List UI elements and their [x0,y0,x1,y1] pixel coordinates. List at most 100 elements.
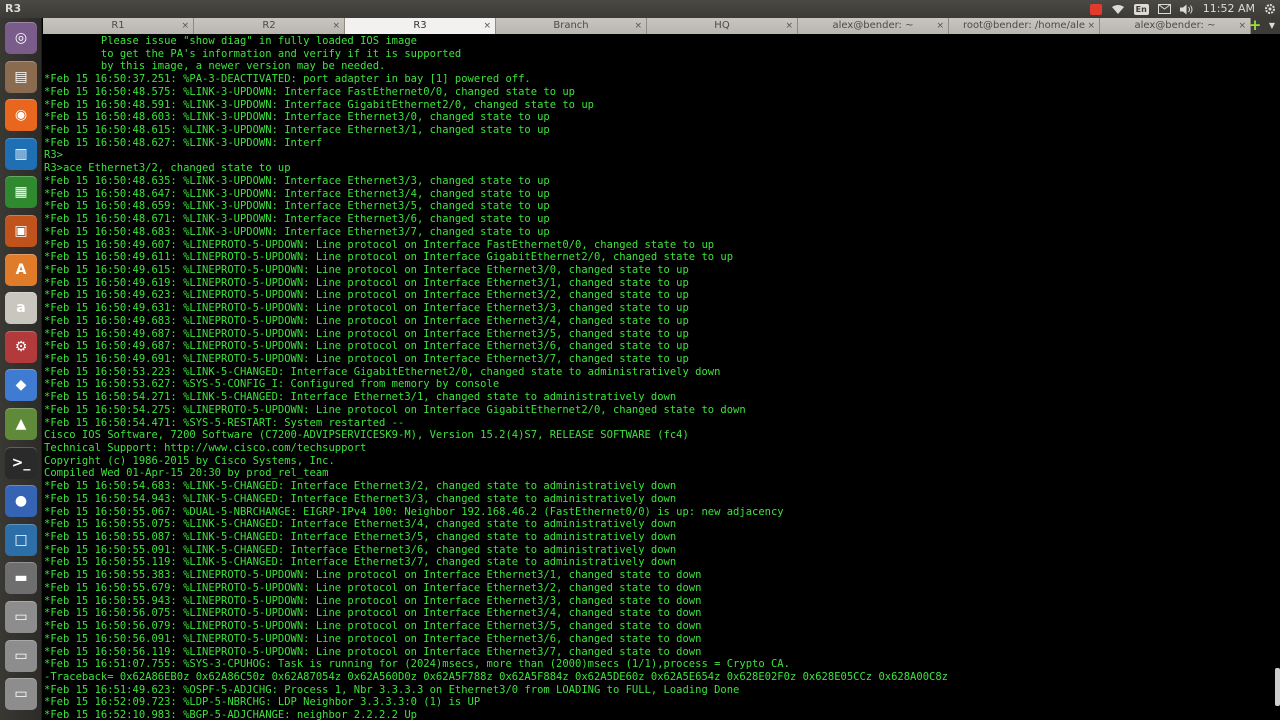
terminal-line: *Feb 15 16:50:48.635: %LINK-3-UPDOWN: In… [44,174,550,187]
terminal-line: Cisco IOS Software, 7200 Software (C7200… [44,429,689,442]
files-icon[interactable]: ▤ [5,60,37,93]
tab-close-icon[interactable]: × [1238,18,1246,34]
mail-icon[interactable] [1157,0,1171,18]
terminal-line: R3>ace Ethernet3/2, changed state to up [44,162,291,175]
terminal-line: *Feb 15 16:50:48.615: %LINK-3-UPDOWN: In… [44,124,550,137]
tab-label: alex@bender: ~ [832,20,914,31]
tab-6[interactable]: alex@bender: ~ × [798,18,949,34]
top-panel: R3 En 11:52 AM [0,0,1280,18]
terminal-icon[interactable]: >_ [5,446,37,479]
amazon-icon[interactable]: a [5,292,37,325]
terminal-line: *Feb 15 16:50:49.683: %LINEPROTO-5-UPDOW… [44,314,689,327]
terminal-line: *Feb 15 16:52:10.983: %BGP-5-ADJCHANGE: … [44,709,417,720]
tab-4[interactable]: Branch × [496,18,647,34]
scrollbar-thumb[interactable] [1275,668,1280,706]
terminal-line: *Feb 15 16:50:49.687: %LINEPROTO-5-UPDOW… [44,327,689,340]
terminal-line: *Feb 15 16:50:48.627: %LINK-3-UPDOWN: In… [44,136,323,149]
drive-icon-2[interactable]: ▭ [5,639,37,672]
volume-icon[interactable] [1179,0,1194,18]
terminal-line: *Feb 15 16:50:55.091: %LINK-5-CHANGED: I… [44,543,677,556]
tab-close-icon[interactable]: × [1087,18,1095,34]
terminal-line: *Feb 15 16:50:55.075: %LINK-5-CHANGED: I… [44,518,677,531]
indicator-red-icon[interactable] [1089,0,1102,18]
launcher: ◎ ▤ ◉ ▥ ▦ ▣ Aa ⚙ ◆ ▲ >_ ● □ ▬ ▭ ▭ ▭ [0,18,42,720]
wifi-icon[interactable] [1111,0,1125,18]
tab-label: HQ [714,20,730,31]
terminal-line: -Traceback= 0x62A86EB0z 0x62A86C50z 0x62… [44,670,948,683]
virtualbox-icon[interactable]: □ [5,523,37,556]
terminal-line: *Feb 15 16:50:49.611: %LINEPROTO-5-UPDOW… [44,251,734,264]
terminal-line: *Feb 15 16:50:48.575: %LINK-3-UPDOWN: In… [44,85,576,98]
terminal-line: *Feb 15 16:50:54.471: %SYS-5-RESTART: Sy… [44,416,405,429]
new-tab-button[interactable]: + [1247,18,1263,34]
calc-icon[interactable]: ▦ [5,176,37,209]
terminal-line: Technical Support: http://www.cisco.com/… [44,442,367,454]
tab-close-icon[interactable]: × [181,18,189,34]
terminal-line: *Feb 15 16:50:48.683: %LINK-3-UPDOWN: In… [44,225,550,238]
terminal-line: *Feb 15 16:50:53.223: %LINK-5-CHANGED: I… [44,365,721,378]
tab-1[interactable]: R1 × [43,18,194,34]
terminal-line: *Feb 15 16:50:55.383: %LINEPROTO-5-UPDOW… [44,569,702,582]
app-icon-blue[interactable]: ● [5,485,37,518]
terminal-line: *Feb 15 16:50:49.607: %LINEPROTO-5-UPDOW… [44,238,715,251]
tab-label: alex@bender: ~ [1134,20,1216,31]
tab-label: R2 [262,20,276,31]
terminal-line: *Feb 15 16:50:48.603: %LINK-3-UPDOWN: In… [44,111,550,124]
tab-8[interactable]: alex@bender: ~ × [1100,18,1251,34]
tab-2[interactable]: R2 × [194,18,345,34]
terminal-output[interactable]: Please issue "show diag" in fully loaded… [43,34,1274,720]
terminal-line: *Feb 15 16:50:49.619: %LINEPROTO-5-UPDOW… [44,276,689,289]
tab-close-icon[interactable]: × [332,18,340,34]
floppy-icon[interactable]: ▬ [5,562,37,595]
terminal-line: *Feb 15 16:50:54.683: %LINK-5-CHANGED: I… [44,480,677,493]
terminal-line: *Feb 15 16:50:48.659: %LINK-3-UPDOWN: In… [44,200,550,213]
terminal-line: *Feb 15 16:50:55.087: %LINK-5-CHANGED: I… [44,531,677,544]
terminal-line: *Feb 15 16:50:55.679: %LINEPROTO-5-UPDOW… [44,581,702,594]
tab-close-icon[interactable]: × [634,18,642,34]
wireshark-icon[interactable]: ◆ [5,369,37,402]
tab-3[interactable]: R3 × [345,18,496,34]
tab-close-icon[interactable]: × [936,18,944,34]
terminal-line: *Feb 15 16:50:49.687: %LINEPROTO-5-UPDOW… [44,340,689,353]
terminal-line: *Feb 15 16:50:49.691: %LINEPROTO-5-UPDOW… [44,352,689,365]
tab-menu-button[interactable]: ▼ [1265,18,1279,34]
impress-icon[interactable]: ▣ [5,215,37,247]
keyboard-language-indicator[interactable]: En [1133,0,1149,18]
tab-7[interactable]: root@bender: /home/alex × [949,18,1100,34]
settings-gear-icon[interactable] [1264,0,1276,18]
software-center-icon[interactable]: A [5,253,37,286]
terminal-line: *Feb 15 16:50:54.275: %LINEPROTO-5-UPDOW… [44,403,746,416]
system-settings-icon[interactable]: ⚙ [5,330,37,363]
firefox-icon[interactable]: ◉ [5,99,37,132]
terminal-line: *Feb 15 16:50:55.067: %DUAL-5-NBRCHANGE:… [44,505,784,518]
terminal-tab-bar: R1 × R2 × R3 × Branch × HQ × alex@bender: ~ × root@b… [43,18,1280,34]
terminal-line: *Feb 15 16:50:48.647: %LINK-3-UPDOWN: In… [44,187,550,200]
writer-icon[interactable]: ▥ [5,137,37,170]
terminal-line: *Feb 15 16:50:49.615: %LINEPROTO-5-UPDOW… [44,263,689,276]
window-title: R3 [5,2,22,15]
terminal-line: Compiled Wed 01-Apr-15 20:30 by prod_rel… [44,467,329,480]
terminal-line: *Feb 15 16:50:54.943: %LINK-5-CHANGED: I… [44,492,677,505]
drive-icon-3[interactable]: ▭ [5,678,37,711]
terminal-line: to get the PA's information and verify i… [44,47,462,60]
tab-label: Branch [553,20,589,31]
drive-icon-1[interactable]: ▭ [5,601,37,633]
terminal-line: *Feb 15 16:50:56.091: %LINEPROTO-5-UPDOW… [44,632,702,645]
terminal-line: *Feb 15 16:50:49.623: %LINEPROTO-5-UPDOW… [44,289,689,302]
tab-close-icon[interactable]: × [785,18,793,34]
tab-close-icon[interactable]: × [483,18,491,34]
terminal-line: Please issue "show diag" in fully loaded… [44,35,417,47]
tab-5[interactable]: HQ × [647,18,798,34]
dash-home-icon[interactable]: ◎ [5,22,37,54]
terminal-line: *Feb 15 16:50:48.591: %LINK-3-UPDOWN: In… [44,98,594,111]
terminal-line: *Feb 15 16:50:49.631: %LINEPROTO-5-UPDOW… [44,302,689,315]
terminal-line: *Feb 15 16:50:37.251: %PA-3-DEACTIVATED:… [44,73,531,86]
terminal-line: *Feb 15 16:50:55.943: %LINEPROTO-5-UPDOW… [44,594,702,607]
tab-label: root@bender: /home/alex [963,20,1085,31]
terminal-line: *Feb 15 16:50:48.671: %LINK-3-UPDOWN: In… [44,213,550,226]
terminal-line: R3> [44,149,63,162]
gns3-icon[interactable]: ▲ [5,408,37,440]
terminal-line: *Feb 15 16:50:56.075: %LINEPROTO-5-UPDOW… [44,607,702,620]
clock[interactable]: 11:52 AM [1203,0,1255,18]
tab-label: R1 [111,20,125,31]
